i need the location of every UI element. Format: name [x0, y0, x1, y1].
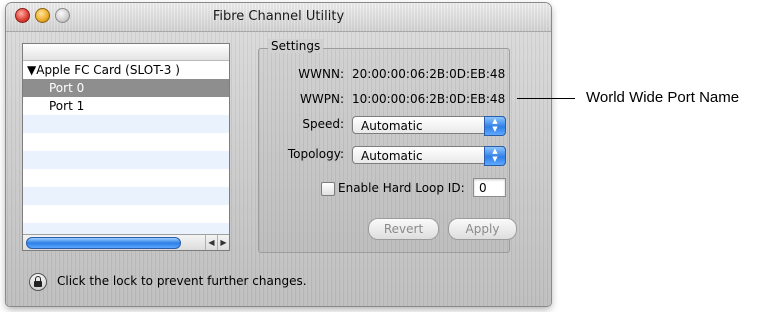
lock-status-text: Click the lock to prevent further change…: [57, 274, 307, 288]
list-empty-row: [23, 169, 229, 187]
list-header: [23, 44, 229, 61]
apply-button[interactable]: Apply: [448, 218, 517, 240]
popup-arrows-icon: ▲ ▼: [484, 146, 506, 166]
hard-loop-label: Enable Hard Loop ID:: [338, 181, 465, 195]
list-item-apple-fc-card[interactable]: ▼Apple FC Card (SLOT-3 ): [23, 61, 229, 79]
lock-icon[interactable]: [29, 273, 47, 291]
speed-popup[interactable]: Automatic ▲ ▼: [352, 116, 506, 136]
revert-button[interactable]: Revert: [368, 218, 439, 240]
callout-label: World Wide Port Name: [586, 89, 740, 106]
callout-leader-line: [517, 98, 575, 99]
list-item-port-1[interactable]: Port 1: [23, 97, 229, 115]
hard-loop-checkbox[interactable]: [321, 182, 335, 196]
popup-arrows-icon: ▲ ▼: [484, 116, 506, 136]
device-list-rows: ▼Apple FC Card (SLOT-3 ) Port 0 Port 1: [23, 61, 229, 241]
horizontal-scrollbar[interactable]: ◀ ▶: [23, 234, 229, 250]
wwpn-value: 10:00:00:06:2B:0D:EB:48: [352, 92, 506, 106]
list-empty-row: [23, 115, 229, 133]
wwpn-label: WWPN:: [300, 92, 344, 106]
topology-popup-value: Automatic: [361, 149, 423, 163]
scrollbar-thumb[interactable]: [26, 237, 181, 249]
list-empty-row: [23, 151, 229, 169]
window-title: Fibre Channel Utility: [212, 9, 345, 24]
list-empty-row: [23, 133, 229, 151]
wwnn-label: WWNN:: [298, 67, 344, 81]
topology-popup[interactable]: Automatic ▲ ▼: [352, 146, 506, 166]
wwnn-value: 20:00:00:06:2B:0D:EB:48: [352, 67, 506, 81]
list-empty-row: [23, 187, 229, 205]
device-list[interactable]: ▼Apple FC Card (SLOT-3 ) Port 0 Port 1 ◀…: [22, 43, 230, 251]
title-bar: Fibre Channel Utility: [6, 3, 551, 32]
hard-loop-id-field[interactable]: 0: [473, 178, 506, 197]
scroll-right-arrow-icon[interactable]: ▶: [217, 235, 229, 250]
speed-popup-value: Automatic: [361, 119, 423, 133]
scroll-left-arrow-icon[interactable]: ◀: [205, 235, 217, 250]
list-item-port-0[interactable]: Port 0: [23, 79, 229, 97]
topology-label: Topology:: [287, 147, 344, 161]
settings-group-title: Settings: [268, 39, 324, 53]
list-empty-row: [23, 205, 229, 223]
speed-label: Speed:: [302, 117, 344, 131]
